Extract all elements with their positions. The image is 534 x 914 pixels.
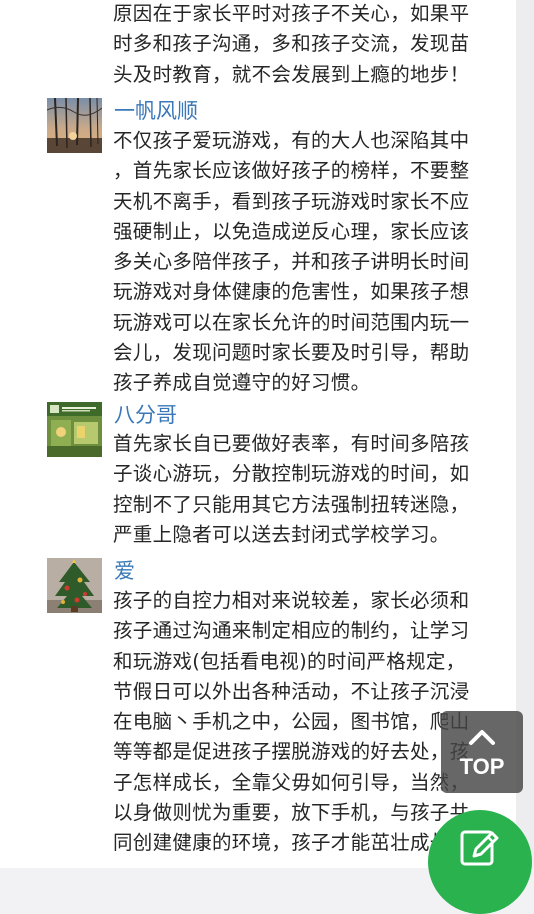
comment-feed: 原因在于家长平时对孩子不关心，如果平 时多和孩子沟通，多和孩子交流，发现苗 头及… bbox=[0, 0, 516, 868]
avatar[interactable] bbox=[47, 402, 102, 457]
comment-line: 孩子养成自觉遵守的好习惯。 bbox=[113, 371, 371, 395]
back-to-top-label: TOP bbox=[459, 754, 505, 779]
comment-line: 强硬制止，以免造成逆反心理，家长应该 bbox=[113, 219, 470, 243]
comment-body: 原因在于家长平时对孩子不关心，如果平 时多和孩子沟通，多和孩子交流，发现苗 头及… bbox=[113, 0, 513, 90]
comment-line: 控制不了只能用其它方法强制扭转迷隐， bbox=[113, 492, 470, 516]
comment-line: 玩游戏对身体健康的危害性，如果孩子想 bbox=[113, 280, 470, 304]
comment-body: 不仅孩子爱玩游戏，有的大人也深陷其中 ，首先家长应该做好孩子的榜样，不要整 天机… bbox=[113, 126, 513, 399]
comment-line: 子谈心游玩，分散控制玩游戏的时间，如 bbox=[113, 462, 470, 486]
comment-line: 首先家长自已要做好表率，有时间多陪孩 bbox=[113, 432, 470, 455]
comment-line: 孩子通过沟通来制定相应的制约，让学习 bbox=[113, 619, 470, 643]
comment-line: 和玩游戏(包括看电视)的时间严格规定， bbox=[113, 649, 466, 673]
pencil-edit-icon bbox=[460, 830, 499, 866]
comment-line: 头及时教育，就不会发展到上瘾的地步！ bbox=[113, 62, 470, 86]
comment-line: 玩游戏可以在家长允许的时间范围内玩一 bbox=[113, 310, 470, 334]
comment-line: 原因在于家长平时对孩子不关心，如果平 bbox=[113, 2, 470, 25]
comment-line: 节假日可以外出各种活动，不让孩子沉浸 bbox=[113, 679, 470, 703]
comment-body: 首先家长自已要做好表率，有时间多陪孩 子谈心游玩，分散控制玩游戏的时间，如 控制… bbox=[113, 429, 513, 550]
comment-line: 多关心多陪伴孩子，并和孩子讲明长时间 bbox=[113, 250, 470, 274]
comment-username[interactable]: 爱 bbox=[114, 557, 135, 585]
comment-line: 不仅孩子爱玩游戏，有的大人也深陷其中 bbox=[113, 129, 470, 152]
comment-line: 时多和孩子沟通，多和孩子交流，发现苗 bbox=[113, 32, 470, 56]
avatar[interactable] bbox=[47, 98, 102, 153]
comment-username[interactable]: 一帆风顺 bbox=[114, 97, 198, 125]
comment-line: ，首先家长应该做好孩子的榜样，不要整 bbox=[113, 159, 470, 183]
comment-line: 孩子的自控力相对来说较差，家长必须和 bbox=[113, 589, 470, 612]
chevron-up-icon bbox=[469, 730, 495, 745]
avatar[interactable] bbox=[47, 558, 102, 613]
comment-line: 天机不离手，看到孩子玩游戏时家长不应 bbox=[113, 189, 470, 213]
compose-button[interactable] bbox=[428, 810, 532, 914]
comment-username[interactable]: 八分哥 bbox=[114, 401, 177, 429]
comment-line: 会儿，发现问题时家长要及时引导，帮助 bbox=[113, 341, 470, 365]
comment-line: 严重上隐者可以送去封闭式学校学习。 bbox=[113, 522, 450, 546]
back-to-top-button[interactable]: TOP bbox=[441, 711, 523, 793]
